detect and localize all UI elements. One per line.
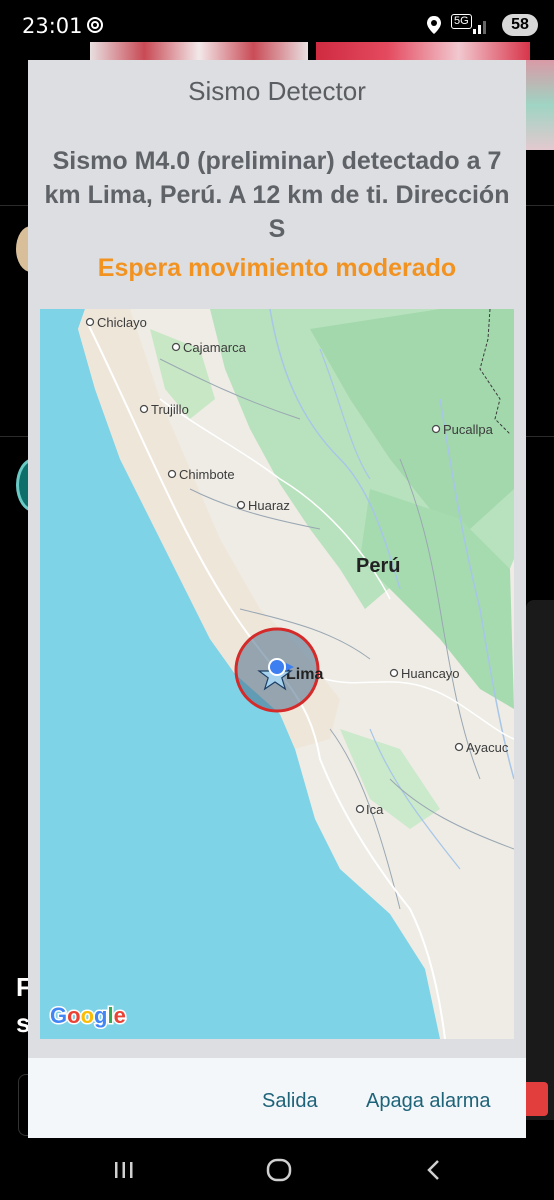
background-thumbnail (90, 42, 308, 62)
earthquake-message: Sismo M4.0 (preliminar) detectado a 7 km… (44, 147, 510, 243)
alert-dialog: Sismo Detector Sismo M4.0 (preliminar) d… (28, 60, 526, 1138)
home-icon[interactable] (259, 1150, 299, 1190)
google-logo: Google (49, 1002, 128, 1030)
dialog-actions: Salida Apaga alarma (28, 1058, 526, 1138)
battery-indicator: 58 (502, 14, 538, 36)
city-label: Huaraz (248, 498, 290, 513)
city-dot (236, 500, 246, 510)
divider (0, 205, 28, 206)
target-icon (87, 17, 103, 33)
city-label: Trujillo (151, 402, 189, 417)
city-label: Chimbote (179, 467, 235, 482)
stop-alarm-button[interactable]: Apaga alarma (366, 1090, 491, 1113)
background-card (526, 600, 554, 1120)
earthquake-map[interactable]: Chiclayo Cajamarca Trujillo Pucallpa Chi… (40, 309, 514, 1039)
signal-icon (473, 21, 486, 34)
city-label: Chiclayo (97, 315, 147, 330)
city-dot (431, 424, 441, 434)
network-type: 5G (451, 14, 472, 29)
exit-button[interactable]: Salida (262, 1090, 318, 1113)
city-dot (171, 342, 181, 352)
background-thumbnail (526, 60, 554, 150)
divider (526, 436, 554, 437)
city-dot (85, 317, 95, 327)
city-label: Huancayo (401, 666, 460, 681)
city-label: Ica (366, 802, 384, 817)
divider (526, 205, 554, 206)
city-dot (389, 668, 399, 678)
city-label: Cajamarca (183, 340, 247, 355)
location-pin-icon (427, 16, 441, 34)
city-label: Ayacuc (466, 740, 509, 755)
background-thumbnail (316, 42, 530, 62)
country-label: Perú (356, 555, 400, 577)
background-badge (526, 1082, 548, 1116)
status-time: 23:01 (22, 14, 83, 38)
city-dot (454, 742, 464, 752)
map-canvas: Chiclayo Cajamarca Trujillo Pucallpa Chi… (40, 309, 514, 1039)
dialog-title: Sismo Detector (188, 76, 366, 106)
city-dot (355, 804, 365, 814)
recent-apps-icon[interactable] (104, 1150, 144, 1190)
city-label: Lima (286, 666, 323, 683)
divider (0, 436, 28, 437)
back-icon[interactable] (414, 1150, 454, 1190)
warning-message: Espera movimiento moderado (97, 254, 457, 282)
svg-text:Google: Google (50, 1003, 126, 1028)
city-label: Pucallpa (443, 422, 494, 437)
city-dot (167, 469, 177, 479)
city-dot (139, 404, 149, 414)
navigation-bar (0, 1138, 554, 1200)
